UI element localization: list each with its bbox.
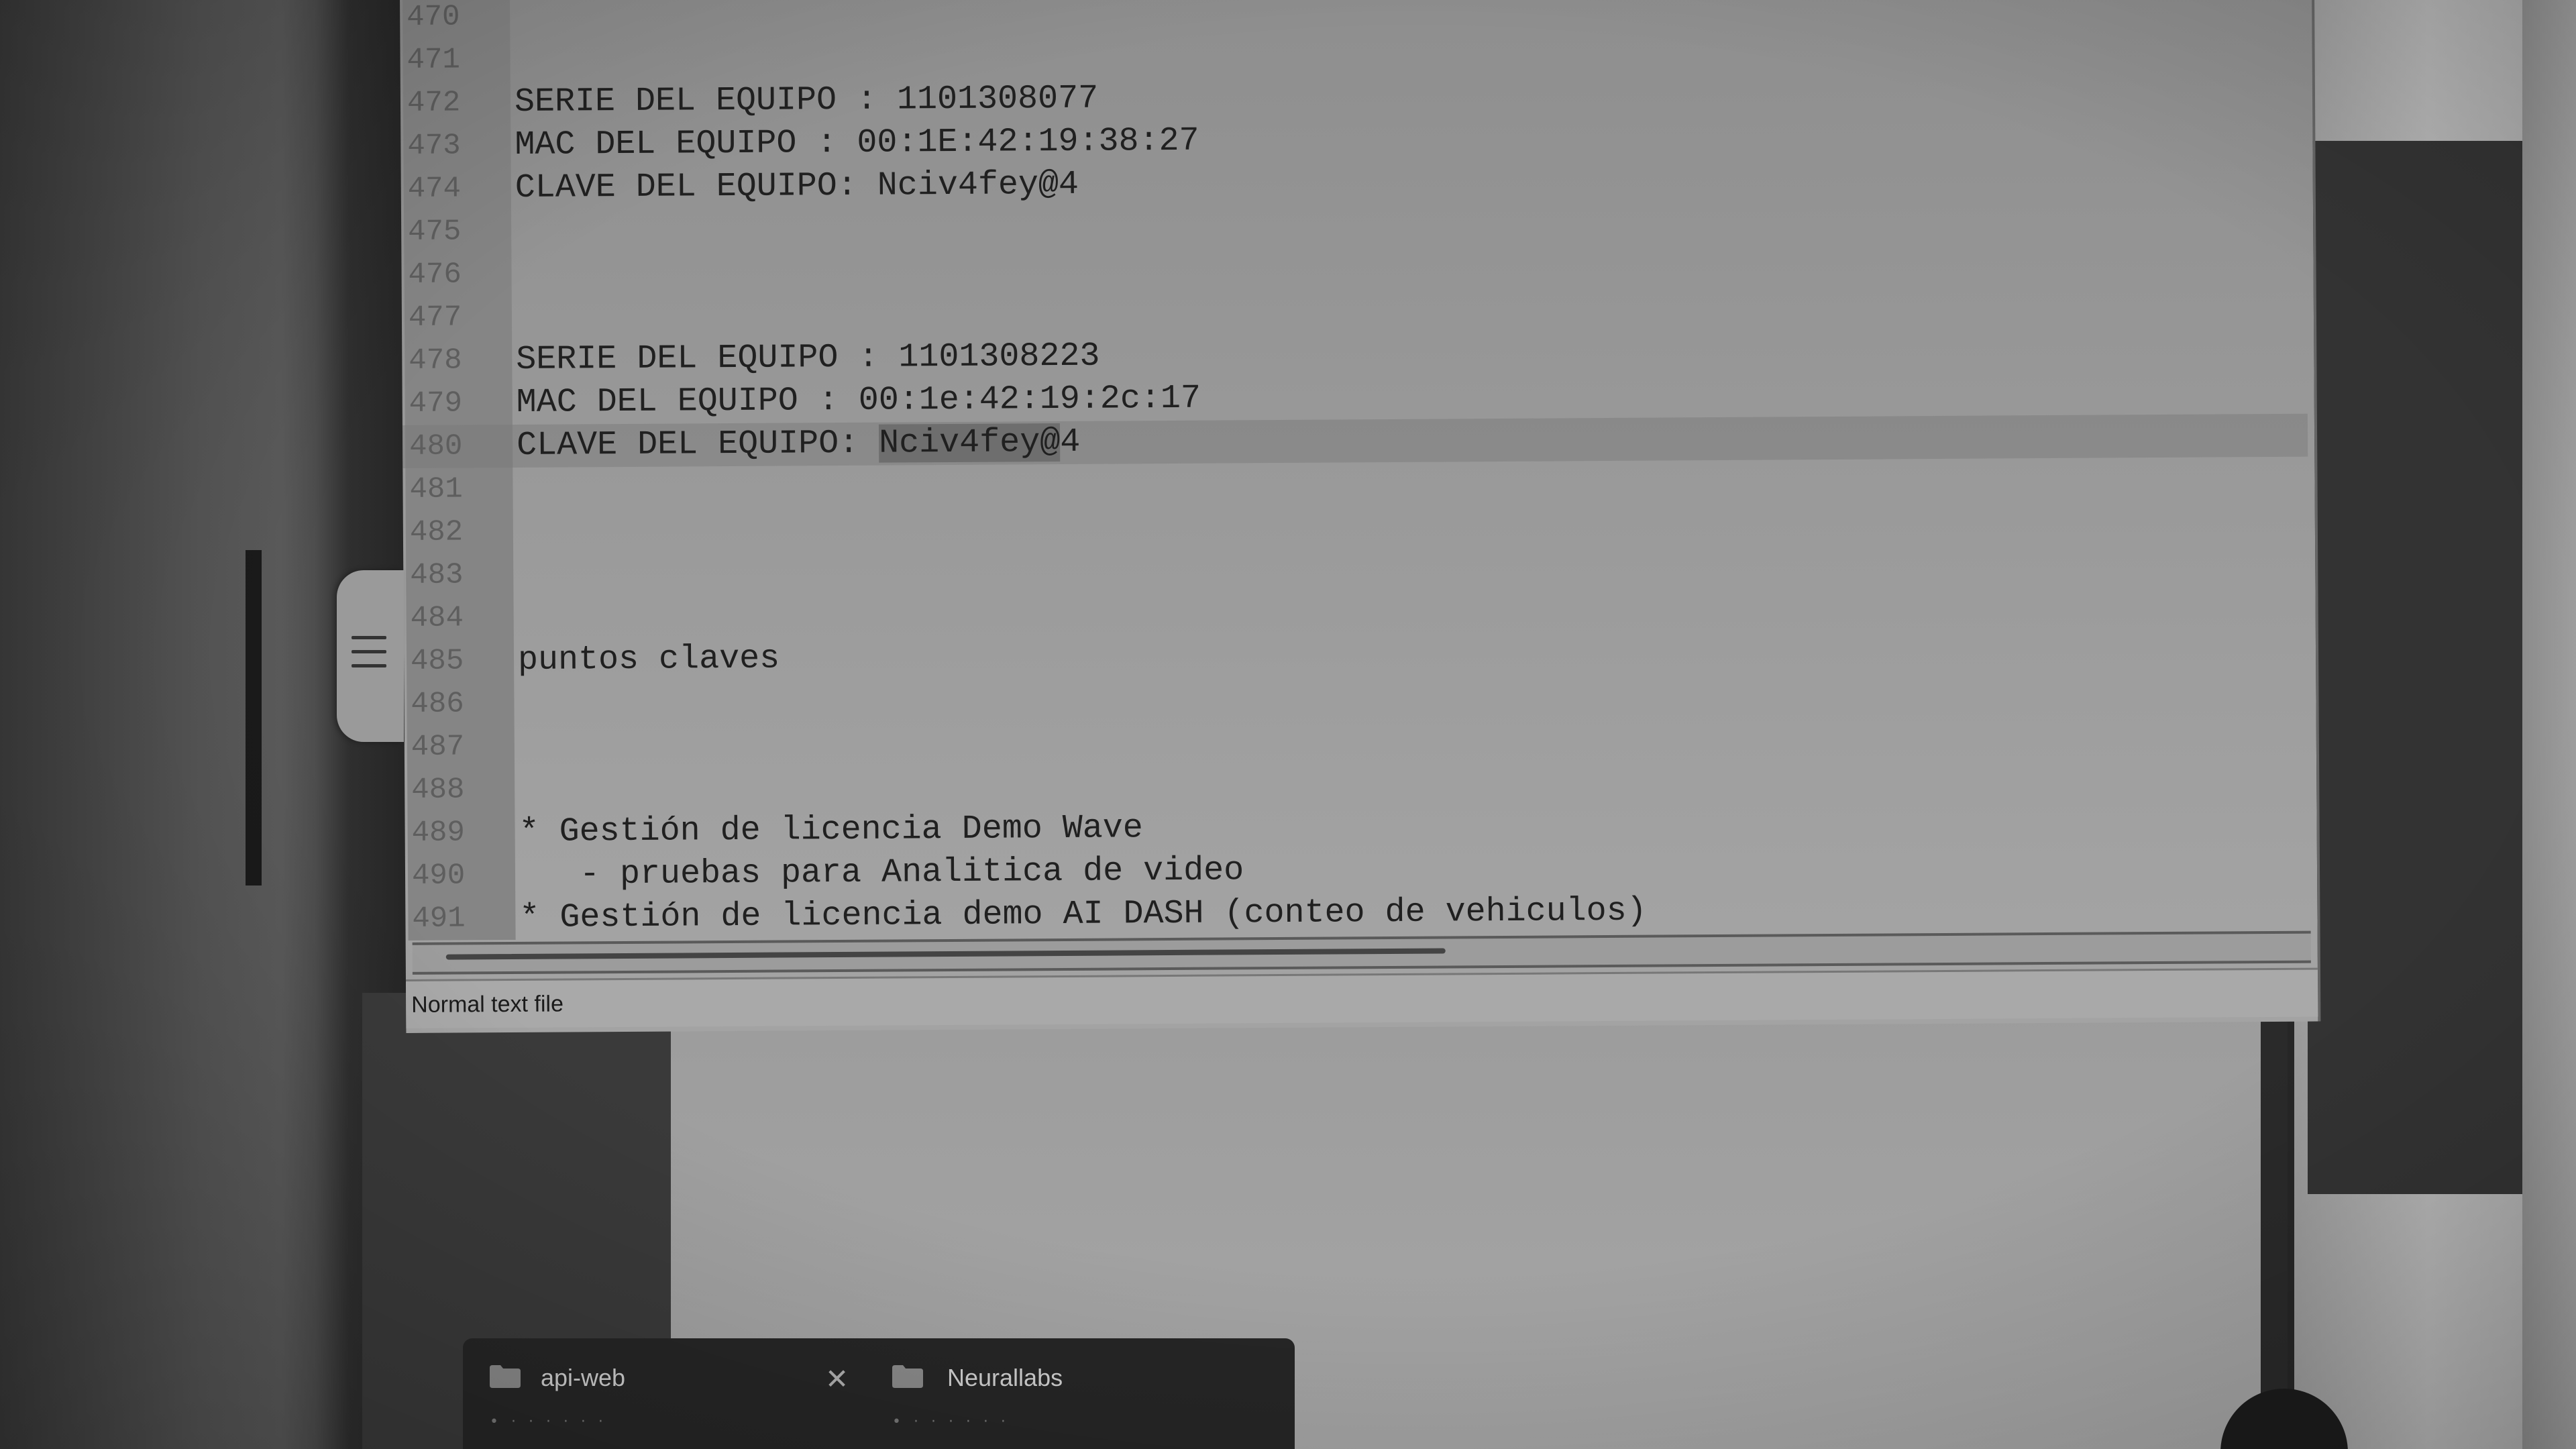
line-text[interactable]: MAC DEL EQUIPO : 00:1E:42:19:38:27 <box>515 120 1199 167</box>
line-number: 471 <box>407 43 460 77</box>
line-text[interactable]: MAC DEL EQUIPO : 00:1e:42:19:2c:17 <box>517 378 1201 425</box>
line-number: 480 <box>409 429 463 464</box>
line-number: 489 <box>411 816 466 850</box>
line-number: 487 <box>411 730 465 764</box>
background-strip-right <box>2522 0 2576 1449</box>
line-number: 482 <box>409 515 464 549</box>
tab-label: api-web <box>541 1364 626 1391</box>
line-number: 473 <box>407 129 461 163</box>
line-number: 478 <box>409 343 462 378</box>
folder-icon <box>892 1365 923 1388</box>
close-icon[interactable]: ✕ <box>825 1362 849 1395</box>
background-window-edge <box>2261 993 2288 1449</box>
line-number: 481 <box>409 472 463 506</box>
tab-subtitle: • · · · · · · <box>892 1413 1010 1430</box>
line-text-suffix: 4 <box>1060 423 1081 462</box>
line-text[interactable]: SERIE DEL EQUIPO : 1101308223 <box>516 335 1100 382</box>
file-manager-tabbar: api-web ✕ • · · · · · · Neurallabs • · ·… <box>463 1338 1295 1449</box>
line-text[interactable]: puntos claves <box>518 638 780 682</box>
line-number: 486 <box>411 687 464 721</box>
line-number: 488 <box>411 773 465 807</box>
line-number: 470 <box>407 0 460 34</box>
line-text[interactable]: SERIE DEL EQUIPO : 1101308077 <box>515 78 1099 124</box>
line-text[interactable]: * Gestión de licencia demo AI DASH (cont… <box>519 890 1647 940</box>
line-text[interactable]: CLAVE DEL EQUIPO: Nciv4fey@4 <box>515 164 1079 210</box>
horizontal-scrollbar-thumb[interactable] <box>445 948 1446 960</box>
line-number: 490 <box>411 859 466 893</box>
screen: 470 471 472 SERIE DEL EQUIPO : 1101308077 47… <box>0 0 2576 1449</box>
line-number: 475 <box>408 215 462 249</box>
line-text[interactable]: - pruebas para Analitica de video <box>519 849 1244 897</box>
tab-api-web[interactable]: api-web ✕ • · · · · · · <box>463 1338 865 1449</box>
line-number: 476 <box>408 258 462 292</box>
line-number: 491 <box>412 902 466 936</box>
status-bar: Normal text file <box>405 967 2318 1028</box>
line-number: 477 <box>408 301 462 335</box>
line-number: 484 <box>410 601 464 635</box>
line-number: 479 <box>409 386 463 421</box>
selected-text[interactable]: Nciv4fey@ <box>879 423 1061 463</box>
tab-subtitle: • · · · · · · <box>490 1413 607 1430</box>
left-edge-bar <box>246 550 262 885</box>
line-number: 485 <box>410 644 464 678</box>
line-text-prefix: CLAVE DEL EQUIPO: <box>516 424 879 465</box>
file-type-label: Normal text file <box>411 991 564 1018</box>
tab-neurallabs[interactable]: Neurallabs • · · · · · · <box>872 1338 1288 1449</box>
menu-icon[interactable] <box>352 636 386 676</box>
background-dark-panel <box>2308 141 2522 1194</box>
line-text[interactable]: CLAVE DEL EQUIPO: Nciv4fey@4 <box>517 421 1081 468</box>
line-text[interactable]: * Gestión de licencia Demo Wave <box>519 807 1143 854</box>
line-number: 474 <box>407 172 462 206</box>
line-number: 472 <box>407 86 461 120</box>
tab-label: Neurallabs <box>947 1364 1063 1391</box>
folder-icon <box>490 1365 521 1388</box>
line-number: 483 <box>410 558 464 592</box>
side-panel-handle[interactable] <box>337 570 404 742</box>
text-editor-window[interactable]: 470 471 472 SERIE DEL EQUIPO : 1101308077 47… <box>400 0 2321 1033</box>
